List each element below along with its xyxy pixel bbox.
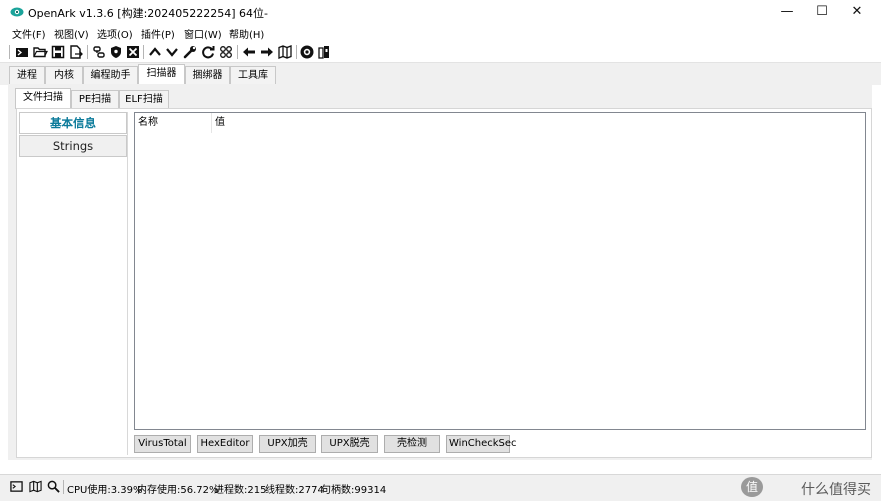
column-header-name[interactable]: 名称 <box>135 113 212 133</box>
tab-process[interactable]: 进程 <box>9 66 45 84</box>
tab-kernel[interactable]: 内核 <box>45 66 83 84</box>
chevron-down-icon[interactable] <box>164 44 180 60</box>
scanner-content: 文件扫描 PE扫描 ELF扫描 基本信息 Strings 名称 值 VirusT… <box>8 84 872 460</box>
menu-file[interactable]: 文件(F) <box>12 26 46 41</box>
memory-usage: 内存使用:56.72% <box>137 485 219 496</box>
toolbar-separator <box>87 45 88 59</box>
packer-detect-button[interactable]: 壳检测 <box>384 435 440 453</box>
main-tab-bar: 进程 内核 编程助手 扫描器 捆绑器 工具库 <box>0 62 881 85</box>
cpu-usage: CPU使用:3.39% <box>67 485 143 496</box>
minimize-button[interactable]: — <box>770 0 804 24</box>
title-bar: OpenArk v1.3.6 [构建:202405222254] 64位- — … <box>0 0 881 24</box>
menu-help[interactable]: 帮助(H) <box>229 26 264 41</box>
link-icon[interactable] <box>91 44 107 60</box>
map-icon[interactable] <box>277 44 293 60</box>
arrow-left-icon[interactable] <box>241 44 257 60</box>
watermark-text: 什么值得买 <box>801 482 871 498</box>
process-count: 进程数:215 <box>214 485 267 496</box>
virustotal-button[interactable]: VirusTotal <box>134 435 191 453</box>
nav-basic-info[interactable]: 基本信息 <box>19 112 127 134</box>
tab-toolkit[interactable]: 工具库 <box>230 66 276 84</box>
toolbar-separator <box>143 45 144 59</box>
menu-options[interactable]: 选项(O) <box>97 26 133 41</box>
tab-scanner[interactable]: 扫描器 <box>138 64 185 85</box>
map-icon[interactable] <box>29 480 42 493</box>
subtab-file-scan[interactable]: 文件扫描 <box>15 88 71 109</box>
file-scan-panel: 基本信息 Strings 名称 值 VirusTotal HexEditor U… <box>16 108 872 458</box>
window-title: OpenArk v1.3.6 [构建:202405222254] 64位- <box>28 7 269 20</box>
toolbar <box>0 42 881 62</box>
nav-strings[interactable]: Strings <box>19 135 127 157</box>
upx-pack-button[interactable]: UPX加壳 <box>259 435 316 453</box>
toolbar-separator <box>237 45 238 59</box>
arrow-right-icon[interactable] <box>259 44 275 60</box>
maximize-button[interactable]: ☐ <box>805 0 839 24</box>
bin-icon[interactable] <box>316 44 332 60</box>
menu-bar: 文件(F) 视图(V) 选项(O) 插件(P) 窗口(W) 帮助(H) <box>0 24 881 42</box>
search-icon[interactable] <box>47 480 60 493</box>
kill-icon[interactable] <box>125 44 141 60</box>
upx-unpack-button[interactable]: UPX脱壳 <box>321 435 378 453</box>
console-icon[interactable] <box>14 44 30 60</box>
info-table[interactable]: 名称 值 <box>134 112 866 430</box>
left-nav: 基本信息 Strings <box>19 112 128 455</box>
action-button-row: VirusTotal HexEditor UPX加壳 UPX脱壳 壳检测 Win… <box>134 435 866 455</box>
tab-bundler[interactable]: 捆绑器 <box>185 66 230 84</box>
menu-plugins[interactable]: 插件(P) <box>141 26 175 41</box>
refresh-icon[interactable] <box>200 44 216 60</box>
status-separator <box>63 480 64 494</box>
toolbar-separator <box>9 45 10 59</box>
close-button[interactable]: ✕ <box>840 0 874 24</box>
thread-count: 线程数:2774 <box>265 485 324 496</box>
chevron-up-icon[interactable] <box>147 44 163 60</box>
handle-count: 句柄数:99314 <box>321 485 387 496</box>
save-icon[interactable] <box>50 44 66 60</box>
subtab-elf-scan[interactable]: ELF扫描 <box>119 90 169 108</box>
github-icon[interactable] <box>299 44 315 60</box>
status-bar: CPU使用:3.39% 内存使用:56.72% 进程数:215 线程数:2774… <box>0 474 881 501</box>
app-logo-icon <box>10 7 24 17</box>
watermark-badge: 值 <box>741 477 763 497</box>
folder-open-icon[interactable] <box>32 44 48 60</box>
wincheck-sec-button[interactable]: WinCheckSec <box>446 435 517 453</box>
menu-view[interactable]: 视图(V) <box>54 26 89 41</box>
wrench-icon[interactable] <box>182 44 198 60</box>
toolbar-separator <box>296 45 297 59</box>
shield-icon[interactable] <box>108 44 124 60</box>
hexeditor-button[interactable]: HexEditor <box>197 435 253 453</box>
export-icon[interactable] <box>68 44 84 60</box>
menu-window[interactable]: 窗口(W) <box>184 26 222 41</box>
subtab-pe-scan[interactable]: PE扫描 <box>71 90 119 108</box>
column-header-value[interactable]: 值 <box>212 113 332 133</box>
console-icon[interactable] <box>10 480 23 493</box>
grid-icon[interactable] <box>218 44 234 60</box>
tab-coder[interactable]: 编程助手 <box>83 66 138 84</box>
